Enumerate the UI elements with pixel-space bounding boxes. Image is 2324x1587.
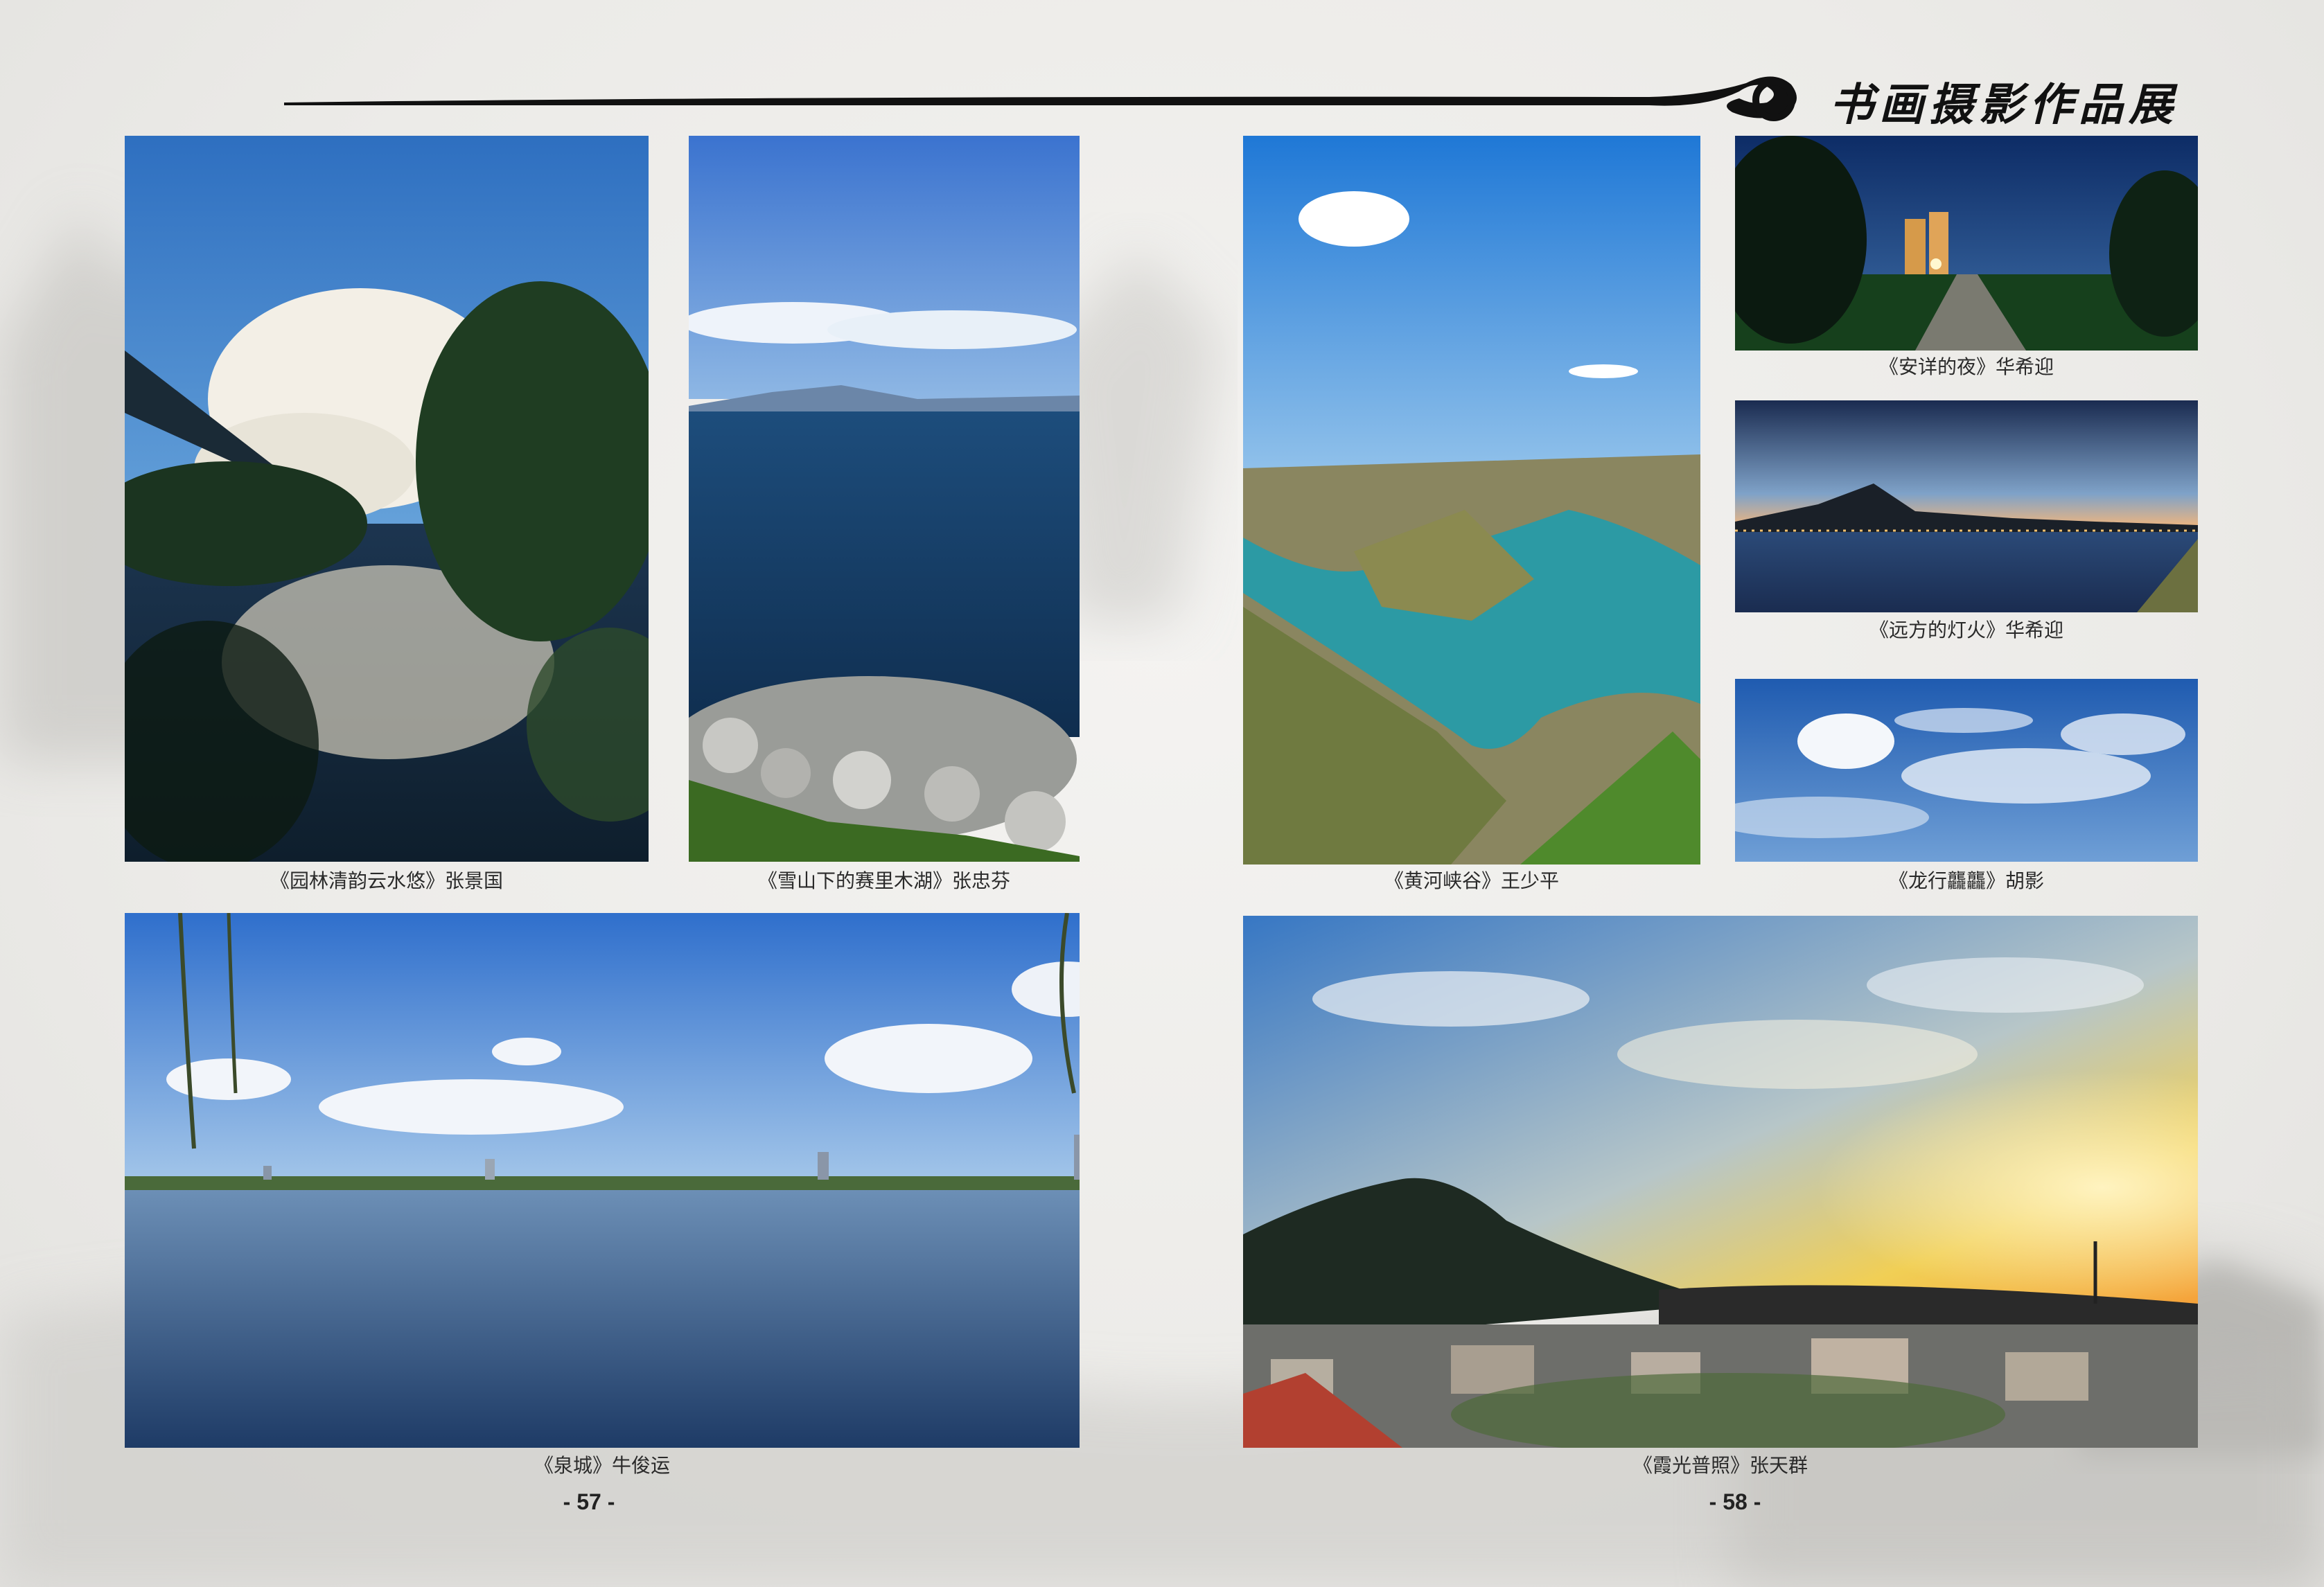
photo-caption: 《园林清韵云水悠》张景国 [270,870,503,892]
page-number-left: - 57 - [563,1489,615,1514]
photo-dragon-clouds [1735,679,2198,862]
photo-yellow-river-canyon [1243,136,1700,865]
photo-spring-city [125,913,1080,1448]
page-number-right: - 58 - [1709,1489,1761,1514]
photo-distant-lights [1735,400,2198,612]
photo-sayram-lake [689,136,1080,862]
photo-caption: 《龙行龘龘》胡影 [1888,870,2044,892]
photo-caption: 《雪山下的赛里木湖》张忠芬 [757,870,1010,892]
photo-caption: 《泉城》牛俊运 [534,1455,670,1476]
exhibition-title: 书画摄影作品展 [1829,79,2178,131]
photo-peaceful-night [1735,136,2198,351]
photo-caption: 《安详的夜》华希迎 [1878,356,2054,378]
photo-caption: 《远方的灯火》华希迎 [1869,619,2063,641]
photo-garden-reflection [125,136,649,862]
photo-caption: 《黄河峡谷》王少平 [1384,870,1559,892]
photo-caption: 《霞光普照》张天群 [1632,1455,1808,1476]
photo-sunset-glow [1243,916,2198,1448]
brush-stroke-divider [284,76,1797,121]
